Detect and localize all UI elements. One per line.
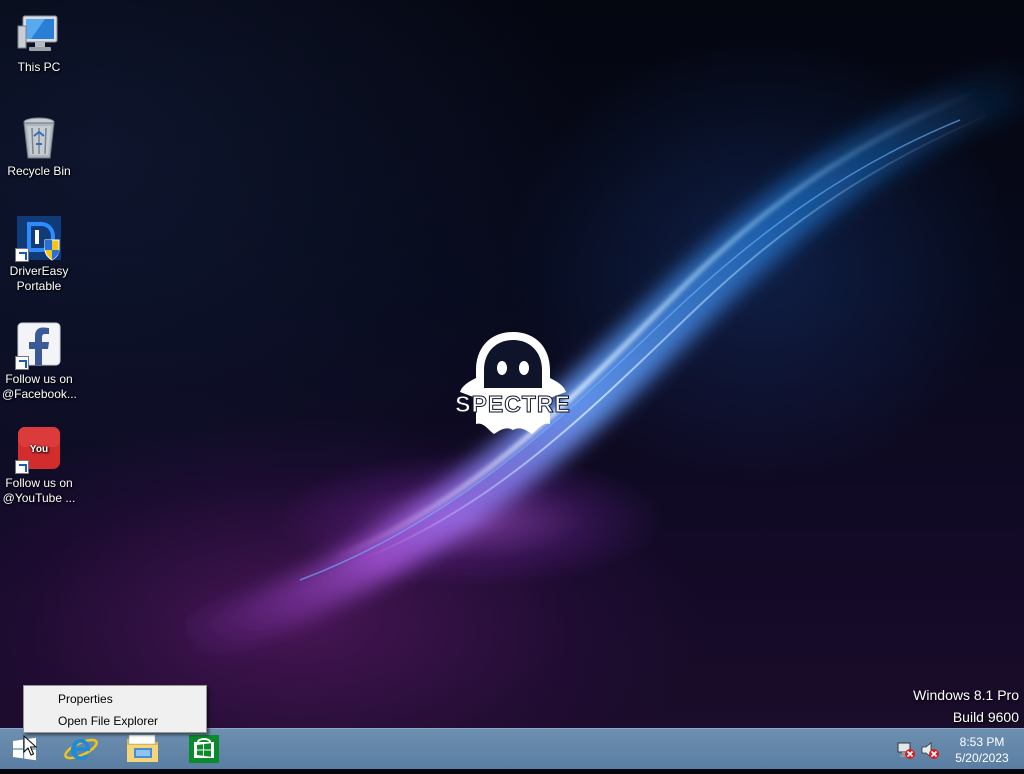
desktop-icon-label: Follow us on @Facebook... bbox=[2, 372, 77, 401]
desktop-icon-label: Recycle Bin bbox=[7, 164, 71, 178]
network-disconnected-icon bbox=[897, 742, 915, 759]
desktop-icon-facebook[interactable]: Follow us on @Facebook... bbox=[0, 316, 78, 402]
start-context-menu: Properties Open File Explorer bbox=[23, 685, 207, 733]
clock-time: 8:53 PM bbox=[959, 735, 1005, 749]
drivereasy-icon bbox=[15, 214, 63, 262]
build-text: Build 9600 bbox=[952, 709, 1019, 725]
store-button[interactable] bbox=[174, 729, 234, 769]
taskbar[interactable]: 8:53 PM 5/20/2023 bbox=[0, 728, 1024, 769]
windows-watermark: Windows 8.1 Pro Build 9600 bbox=[913, 684, 1019, 728]
shortcut-arrow-icon bbox=[15, 356, 29, 370]
desktop-icon-youtube[interactable]: You Follow us on @YouTube ... bbox=[0, 420, 78, 506]
shortcut-arrow-icon bbox=[15, 460, 29, 474]
mouse-cursor-icon bbox=[23, 735, 37, 756]
desktop[interactable]: This PC Recycle Bin DriverEasy Portable … bbox=[0, 0, 1024, 728]
menu-item-properties[interactable]: Properties bbox=[24, 688, 206, 710]
desktop-icon-drivereasy[interactable]: DriverEasy Portable bbox=[0, 208, 78, 294]
desktop-icon-recycle-bin[interactable]: Recycle Bin bbox=[0, 108, 78, 179]
computer-icon bbox=[15, 10, 63, 58]
volume-tray-button[interactable] bbox=[920, 740, 940, 760]
volume-muted-icon bbox=[921, 742, 939, 759]
file-explorer-button[interactable] bbox=[112, 729, 172, 769]
spectre-logo: SPECTRE bbox=[455, 332, 571, 434]
facebook-icon bbox=[15, 322, 63, 370]
desktop-icon-label: This PC bbox=[17, 60, 61, 74]
recycle-bin-icon bbox=[15, 114, 63, 162]
internet-explorer-icon bbox=[64, 738, 98, 760]
internet-explorer-button[interactable] bbox=[52, 729, 112, 769]
network-tray-button[interactable] bbox=[896, 740, 916, 760]
file-explorer-icon bbox=[127, 734, 158, 762]
shortcut-arrow-icon bbox=[15, 248, 29, 262]
youtube-icon: You bbox=[15, 426, 63, 474]
edition-text: Windows 8.1 Pro bbox=[913, 687, 1019, 703]
desktop-icon-this-pc[interactable]: This PC bbox=[0, 4, 78, 75]
store-icon bbox=[189, 735, 219, 763]
logo-text: SPECTRE bbox=[455, 391, 571, 417]
desktop-icon-label: Follow us on @YouTube ... bbox=[2, 476, 76, 505]
desktop-icon-label: DriverEasy Portable bbox=[9, 264, 69, 293]
menu-item-open-file-explorer[interactable]: Open File Explorer bbox=[24, 710, 206, 732]
clock[interactable]: 8:53 PM 5/20/2023 bbox=[952, 734, 1012, 766]
clock-date: 5/20/2023 bbox=[955, 751, 1009, 765]
